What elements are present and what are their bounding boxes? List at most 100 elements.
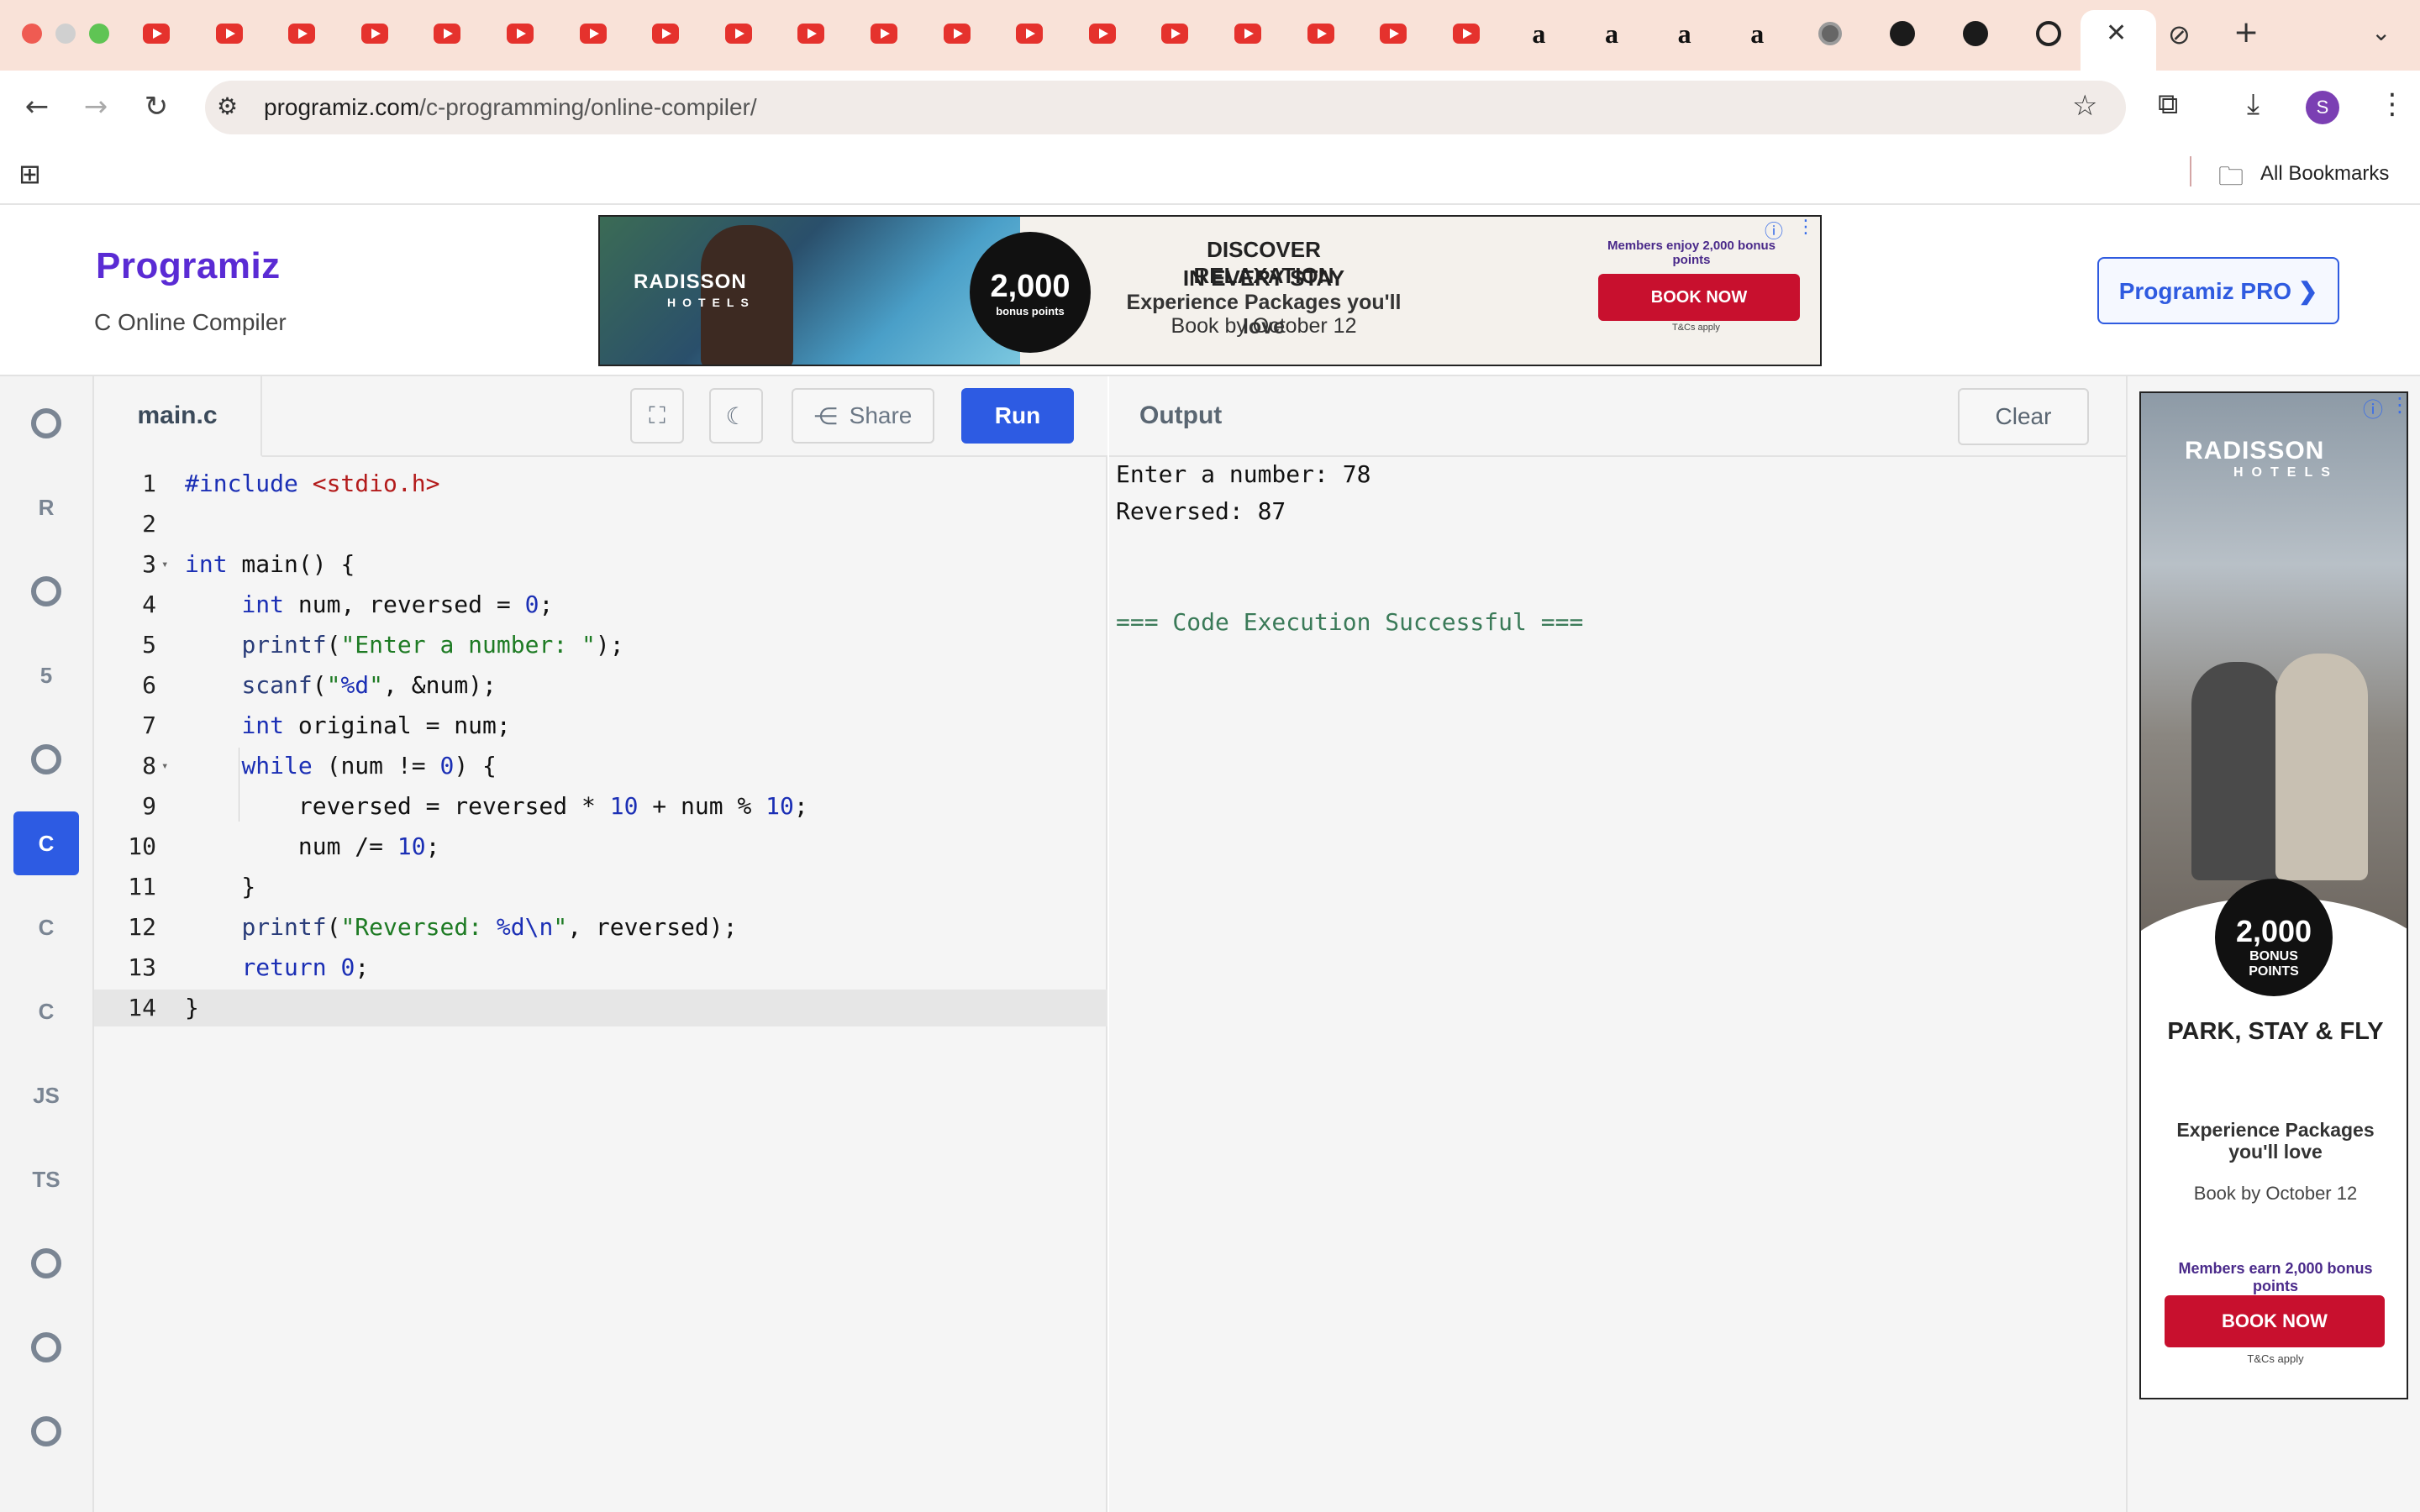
clear-button[interactable]: Clear (1958, 388, 2089, 445)
browser-menu-icon[interactable]: ⋮ (2378, 87, 2407, 121)
browser-tab[interactable] (1962, 20, 1989, 47)
all-bookmarks-link[interactable]: All Bookmarks (2260, 162, 2389, 186)
programiz-logo[interactable]: Programiz (96, 245, 281, 287)
youtube-icon (1452, 24, 1480, 44)
browser-tab[interactable] (1307, 20, 1334, 47)
side-ad-book-now-button[interactable]: BOOK NOW (2165, 1295, 2385, 1347)
code-line[interactable]: 1 #include <stdio.h> (94, 465, 1107, 502)
fold-arrow-icon[interactable]: ▾ (161, 546, 168, 583)
side-ad-banner[interactable]: RADISSON HOTELS ⓘ ⋮ 2,000 BONUS POINTS P… (2139, 391, 2408, 1399)
browser-tab[interactable] (1452, 20, 1480, 47)
code-line[interactable]: 14} (94, 990, 1107, 1026)
execution-status: === Code Execution Successful === (1116, 608, 1584, 636)
rail-item-html[interactable]: 5 (13, 643, 79, 707)
rail-item-python[interactable] (13, 391, 79, 455)
browser-tab[interactable]: a (1525, 20, 1552, 47)
browser-tab[interactable]: a (1744, 20, 1770, 47)
fullscreen-button[interactable]: ⛶ (630, 388, 684, 444)
code-line[interactable]: 7 int original = num; (94, 707, 1107, 744)
reload-button[interactable]: ↻ (138, 88, 175, 125)
code-editor[interactable]: 1 #include <stdio.h> 2 3 ▾ int main() {4 int … (94, 457, 1107, 1512)
extensions-icon[interactable]: ⧉ (2158, 87, 2178, 121)
code-line[interactable]: 5 printf("Enter a number: "); (94, 627, 1107, 664)
code-line[interactable]: 6 scanf("%d", &num); (94, 667, 1107, 704)
file-tab-main-c[interactable]: main.c (94, 376, 262, 457)
browser-tab[interactable] (1016, 20, 1044, 47)
browser-tab[interactable] (2035, 20, 2062, 47)
rail-item-sql[interactable] (13, 559, 79, 623)
site-info-icon[interactable]: ⚙ (217, 92, 238, 120)
browser-tab[interactable] (1817, 20, 1844, 47)
browser-tab[interactable] (215, 20, 243, 47)
rail-item-r[interactable]: R (13, 475, 79, 539)
rail-item-c[interactable]: C (13, 811, 79, 875)
new-tab-button[interactable]: + (2233, 15, 2259, 50)
rail-item-csharp[interactable]: C (13, 979, 79, 1043)
browser-tab[interactable] (1234, 20, 1261, 47)
top-ad-banner[interactable]: RADISSON HOTELS 2,000 bonus points DISCO… (598, 215, 1822, 366)
run-button[interactable]: Run (961, 388, 1074, 444)
rail-item-cpp[interactable]: C (13, 895, 79, 959)
rail-item-rust[interactable] (13, 1399, 79, 1463)
browser-tab[interactable] (797, 20, 825, 47)
close-tab-icon[interactable]: ✕ (2106, 18, 2127, 48)
browser-tab[interactable] (1088, 20, 1116, 47)
line-number: 11 (128, 873, 156, 900)
browser-tab[interactable] (871, 20, 897, 47)
browser-tab[interactable] (1380, 20, 1407, 47)
minimize-window-button[interactable] (55, 24, 76, 44)
ad-info-icon[interactable]: ⓘ (1765, 217, 1783, 244)
browser-tab[interactable] (943, 20, 971, 47)
code-line[interactable]: 9 reversed = reversed * 10 + num % 10; (94, 788, 1107, 825)
browser-tab[interactable] (1161, 20, 1189, 47)
browser-tab[interactable] (579, 20, 607, 47)
rail-item-js[interactable]: JS (13, 1063, 79, 1127)
browser-tab[interactable] (288, 20, 316, 47)
browser-tab[interactable] (143, 20, 170, 47)
zoom-window-button[interactable] (89, 24, 109, 44)
programiz-pro-button[interactable]: Programiz PRO ❯ (2097, 257, 2339, 324)
browser-tab[interactable] (507, 20, 534, 47)
code-line[interactable]: 3 ▾ int main() { (94, 546, 1107, 583)
code-line[interactable]: 13 return 0; (94, 949, 1107, 986)
tab-search-chevron-icon[interactable]: ⌄ (2371, 18, 2391, 46)
browser-tab[interactable] (434, 20, 461, 47)
rail-item-go[interactable] (13, 1231, 79, 1295)
ad-options-icon[interactable]: ⋮ (1797, 217, 1815, 238)
side-ad-info-icon[interactable]: ⓘ (2363, 393, 2383, 423)
dark-mode-button[interactable]: ☾ (709, 388, 763, 444)
url-text[interactable]: programiz.com/c-programming/online-compi… (264, 94, 757, 121)
apps-grid-icon[interactable]: ⊞ (18, 158, 41, 190)
forward-button[interactable]: → (77, 88, 114, 125)
share-button[interactable]: ⋲ Share (792, 388, 934, 444)
close-window-button[interactable] (22, 24, 42, 44)
globe-icon (1818, 22, 1842, 45)
sql-language-icon (31, 576, 61, 606)
browser-tab[interactable] (1889, 20, 1916, 47)
bookmark-star-icon[interactable]: ☆ (2072, 89, 2097, 123)
rail-item-swift[interactable] (13, 1315, 79, 1379)
browser-tab[interactable]: a (1671, 20, 1698, 47)
fold-arrow-icon[interactable]: ▾ (161, 748, 168, 785)
code-line[interactable]: 11 } (94, 869, 1107, 906)
rail-item-ts[interactable]: TS (13, 1147, 79, 1211)
browser-tab[interactable]: a (1598, 20, 1625, 47)
github-icon (1963, 21, 1988, 46)
browser-tab[interactable] (652, 20, 680, 47)
code-line[interactable]: 8 ▾ while (num != 0) { (94, 748, 1107, 785)
back-button[interactable]: ← (18, 88, 55, 125)
code-text: } (185, 994, 199, 1021)
side-ad-options-icon[interactable]: ⋮ (2390, 393, 2407, 417)
ad-book-now-button[interactable]: BOOK NOW (1598, 274, 1800, 321)
code-line[interactable]: 12 printf("Reversed: %d\n", reversed); (94, 909, 1107, 946)
code-line[interactable]: 4 int num, reversed = 0; (94, 586, 1107, 623)
browser-tab[interactable] (724, 20, 752, 47)
rail-item-java[interactable] (13, 727, 79, 791)
code-line[interactable]: 2 (94, 506, 1107, 543)
browser-tab[interactable] (360, 20, 388, 47)
profile-avatar[interactable]: S (2306, 91, 2339, 124)
js-language-icon: JS (33, 1082, 60, 1108)
tab-favicon-icon[interactable]: ⊘ (2168, 18, 2191, 50)
download-icon[interactable]: ⤓ (2247, 87, 2260, 121)
code-line[interactable]: 10 num /= 10; (94, 828, 1107, 865)
